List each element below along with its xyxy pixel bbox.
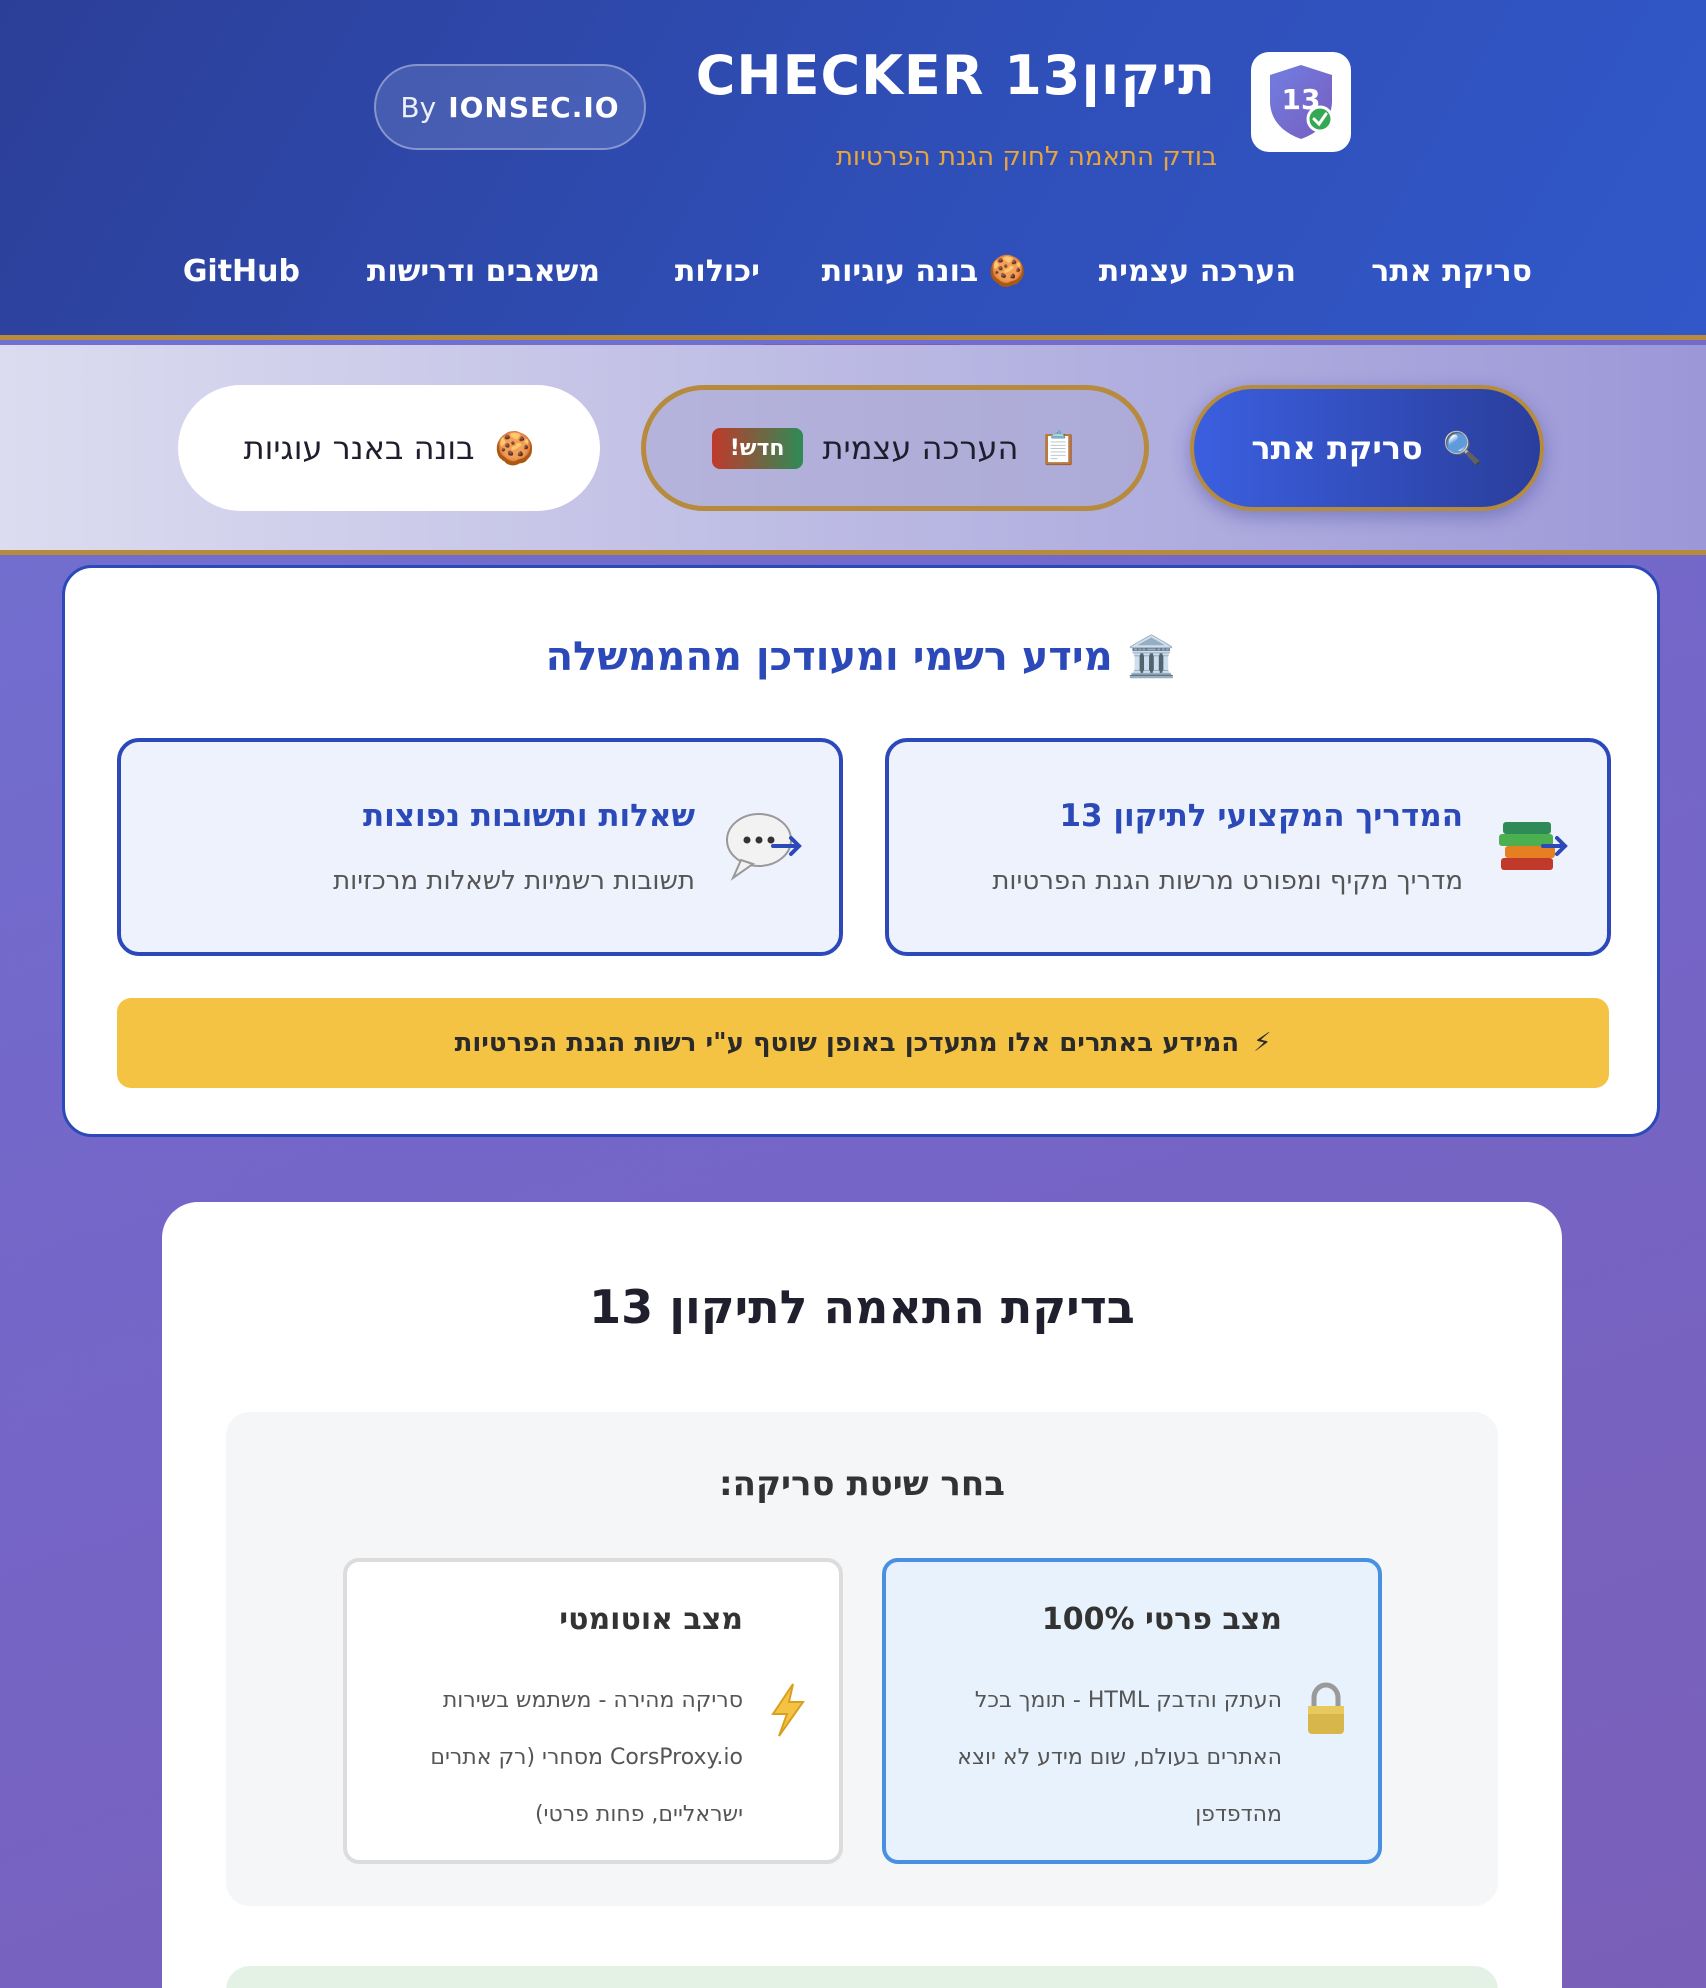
guide-link-card[interactable]: המדריך המקצועי לתיקון 13 מדריך מקיף ומפו… — [885, 738, 1611, 956]
new-badge: חדש! — [711, 427, 803, 469]
brand-logo[interactable]: 13 — [1251, 52, 1351, 152]
app-subtitle: בודק התאמה לחוק הגנת הפרטיות — [835, 142, 1217, 172]
mode-scan-label: סריקת אתר — [1251, 429, 1423, 467]
by-label: By — [400, 90, 437, 124]
faq-title: שאלות ותשובות נפוצות — [362, 798, 695, 834]
update-notice-banner: ⚡ המידע באתרים אלו מתעדכן באופן שוטף ע"י… — [117, 998, 1609, 1088]
mode-bar: 🔍 סריקת אתר 📋 הערכה עצמית חדש! 🍪 בונה בא… — [0, 345, 1706, 555]
speech-bubble-icon — [726, 813, 802, 881]
cookie-icon: 🍪 — [494, 429, 535, 467]
mode-scan-button[interactable]: 🔍 סריקת אתר — [1190, 385, 1544, 511]
gov-title-text: מידע רשמי ומעודכן מהממשלה — [545, 634, 1113, 680]
auto-mode-desc: סריקה מהירה - משתמש בשירות CorsProxy.io … — [430, 1688, 743, 1827]
gov-info-title: 🏛️ מידע רשמי ומעודכן מהממשלה — [65, 633, 1657, 680]
nav-scan[interactable]: סריקת אתר — [1371, 254, 1532, 289]
private-mode-desc: העתק והדבק HTML - תומך בכל האתרים בעולם,… — [957, 1688, 1282, 1827]
magnifier-icon: 🔍 — [1442, 429, 1483, 467]
books-icon — [1499, 822, 1568, 870]
faq-link-card[interactable]: שאלות ותשובות נפוצות תשובות רשמיות לשאלו… — [117, 738, 843, 956]
nav-self-assessment[interactable]: הערכה עצמית — [1099, 254, 1296, 289]
app-title: תיקון13 CHECKER — [695, 44, 1216, 107]
result-section-top — [226, 1966, 1498, 1988]
main-nav: סריקת אתר הערכה עצמית 🍪 בונה עוגיות יכול… — [0, 254, 1706, 304]
mode-self-assessment-button[interactable]: 📋 הערכה עצמית חדש! — [641, 385, 1149, 511]
auto-mode-option[interactable]: מצב אוטומטי סריקה מהירה - משתמש בשירות C… — [343, 1558, 843, 1864]
auto-mode-title: מצב אוטומטי — [559, 1602, 743, 1637]
compliance-title: בדיקת התאמה לתיקון 13 — [589, 1280, 1135, 1334]
scan-method-panel: בחר שיטת סריקה: מצב פרטי 100% העתק והדבק… — [226, 1412, 1498, 1906]
guide-title: המדריך המקצועי לתיקון 13 — [1059, 798, 1463, 834]
mode-cookie-label: בונה באנר עוגיות — [243, 429, 475, 467]
compliance-check-card: בדיקת התאמה לתיקון 13 בחר שיטת סריקה: מצ… — [162, 1202, 1562, 1988]
by-ionsec-link[interactable]: By IONSEC.IO — [374, 64, 646, 150]
lightning-icon — [771, 1683, 805, 1737]
nav-cookie-builder[interactable]: 🍪 בונה עוגיות — [822, 254, 1026, 289]
app-header: 13 תיקון13 CHECKER בודק התאמה לחוק הגנת … — [0, 0, 1706, 340]
update-notice-text: המידע באתרים אלו מתעדכן באופן שוטף ע"י ר… — [454, 1028, 1240, 1058]
classical-building-icon: 🏛️ — [1126, 634, 1177, 680]
org-name: IONSEC.IO — [448, 90, 620, 124]
private-mode-title: מצב פרטי 100% — [1041, 1602, 1282, 1637]
shield-check-icon: 13 — [1270, 65, 1334, 139]
nav-resources[interactable]: משאבים ודרישות — [367, 254, 600, 289]
private-mode-option[interactable]: מצב פרטי 100% העתק והדבק HTML - תומך בכל… — [882, 1558, 1382, 1864]
faq-desc: תשובות רשמיות לשאלות מרכזיות — [333, 866, 695, 896]
mode-self-label: הערכה עצמית — [822, 429, 1019, 467]
nav-capabilities[interactable]: יכולות — [675, 254, 760, 289]
mode-cookie-banner-button[interactable]: 🍪 בונה באנר עוגיות — [178, 385, 600, 511]
clipboard-icon: 📋 — [1038, 429, 1079, 467]
gov-info-card: 🏛️ מידע רשמי ומעודכן מהממשלה המדריך המקצ… — [62, 565, 1660, 1137]
nav-github[interactable]: GitHub — [183, 254, 300, 289]
scan-method-label: בחר שיטת סריקה: — [719, 1464, 1005, 1504]
guide-desc: מדריך מקיף ומפורט מרשות הגנת הפרטיות — [992, 866, 1463, 896]
lightning-icon: ⚡ — [1253, 1028, 1272, 1058]
lock-icon — [1308, 1682, 1344, 1734]
